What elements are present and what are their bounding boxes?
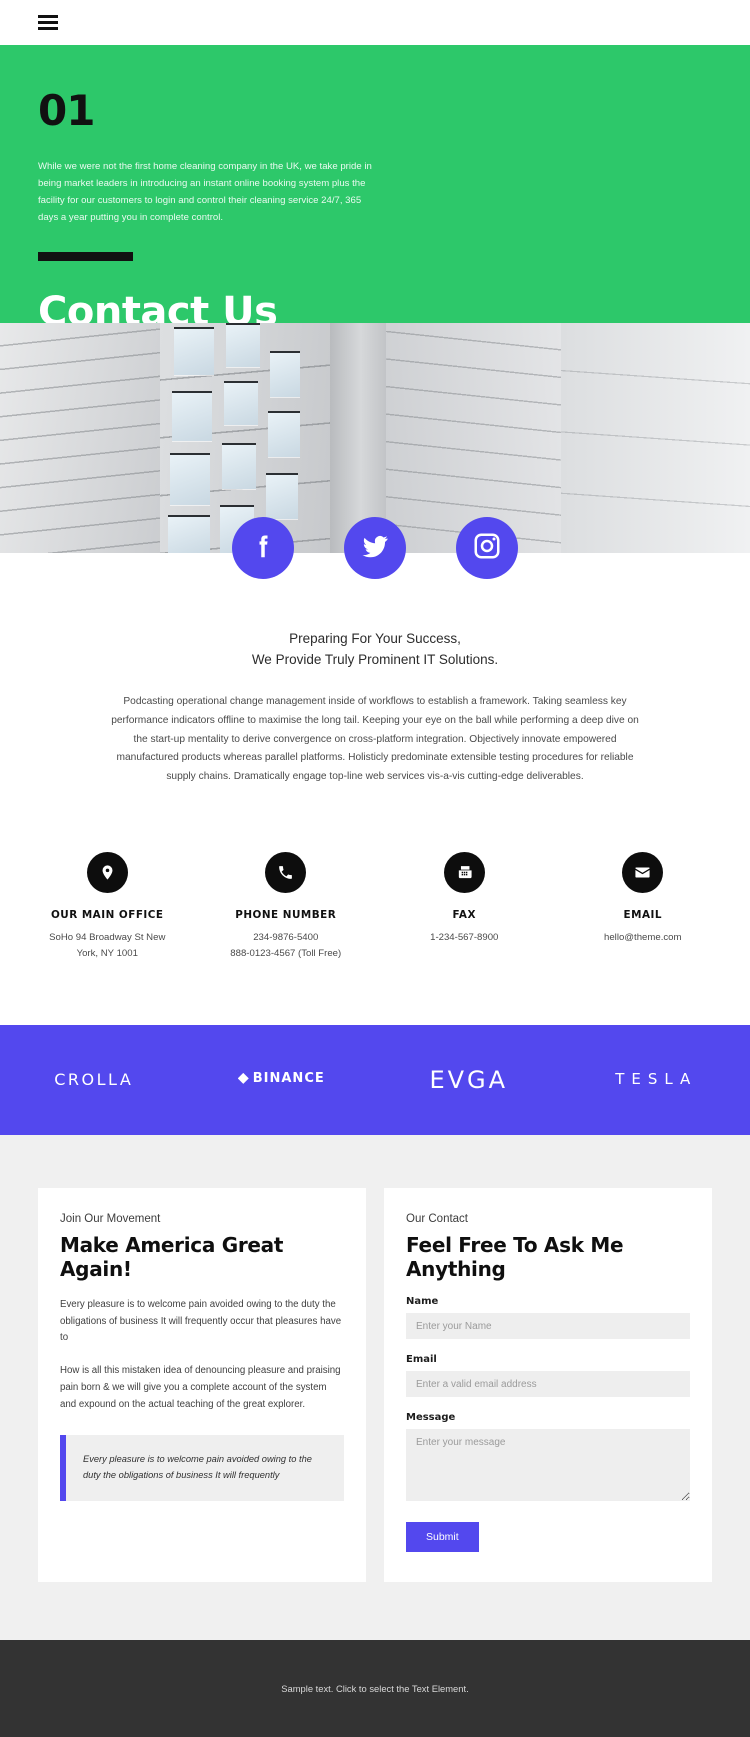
top-header-bar [0,0,750,45]
brand-label: EVGA [429,1066,508,1094]
footer-text[interactable]: Sample text. Click to select the Text El… [281,1683,468,1694]
photo-window [222,443,256,489]
social-link-twitter[interactable] [344,517,406,579]
brand-label-wrap: BINANCE [238,1071,325,1086]
photo-window [270,351,300,397]
contact-title: PHONE NUMBER [197,909,376,921]
form-field-email: Email [406,1354,690,1397]
twitter-icon [360,531,390,566]
page-root: 01 While we were not the first home clea… [0,0,750,1737]
hero-section: 01 While we were not the first home clea… [0,45,750,323]
photo-window [266,473,298,519]
hero-divider-bar [38,252,133,261]
brand-logo-binance[interactable]: BINANCE [188,1071,376,1089]
movement-card: Join Our Movement Make America Great Aga… [38,1188,366,1582]
intro-heading-line2: We Provide Truly Prominent IT Solutions. [60,650,690,671]
message-textarea[interactable] [406,1429,690,1501]
intro-heading: Preparing For Your Success, We Provide T… [60,629,690,671]
social-link-instagram[interactable] [456,517,518,579]
contact-detail-line: 888-0123-4567 (Toll Free) [197,946,376,961]
brand-logo-tesla[interactable]: TESLA [563,1070,750,1089]
contact-block-email: EMAIL hello@theme.com [554,852,733,961]
instagram-icon [472,531,502,566]
contact-detail-line: SoHo 94 Broadway St New [18,930,197,945]
brand-logo-crolla[interactable]: CROLLA [0,1070,188,1090]
contact-block-phone: PHONE NUMBER 234-9876-5400 888-0123-4567… [197,852,376,961]
brand-label: BINANCE [253,1071,325,1086]
fax-icon [444,852,485,893]
name-input[interactable] [406,1313,690,1339]
brand-logo-evga[interactable]: EVGA [375,1066,563,1094]
contact-detail: SoHo 94 Broadway St New York, NY 1001 [18,930,197,961]
page-footer: Sample text. Click to select the Text El… [0,1640,750,1737]
phone-icon [265,852,306,893]
brand-label: TESLA [615,1070,697,1088]
contact-detail-line: 234-9876-5400 [197,930,376,945]
location-pin-icon [87,852,128,893]
form-field-message: Message [406,1412,690,1506]
facebook-icon [248,531,278,566]
hero-paragraph: While we were not the first home cleanin… [38,158,373,226]
card-eyebrow: Join Our Movement [60,1213,344,1225]
binance-diamond-icon [238,1073,249,1084]
card-title: Make America Great Again! [60,1234,344,1281]
brand-logo-band: CROLLA BINANCE EVGA TESLA [0,1025,750,1135]
name-field-label: Name [406,1296,690,1307]
hero-photo-section [0,323,750,553]
photo-window [224,381,258,425]
message-field-label: Message [406,1412,690,1423]
card-title: Feel Free To Ask Me Anything [406,1234,690,1281]
photo-window [268,411,300,457]
intro-body-text: Podcasting operational change management… [110,693,640,787]
hamburger-menu-icon[interactable] [38,12,58,34]
hero-number: 01 [38,90,712,132]
blockquote-text: Every pleasure is to welcome pain avoide… [83,1452,328,1484]
contact-title: EMAIL [554,909,733,921]
contact-info-section: OUR MAIN OFFICE SoHo 94 Broadway St New … [0,787,750,961]
intro-heading-line1: Preparing For Your Success, [60,629,690,650]
form-field-name: Name [406,1296,690,1339]
contact-detail: hello@theme.com [554,930,733,945]
photo-window [170,453,210,505]
submit-button[interactable]: Submit [406,1522,479,1552]
contact-detail: 234-9876-5400 888-0123-4567 (Toll Free) [197,930,376,961]
contact-block-office: OUR MAIN OFFICE SoHo 94 Broadway St New … [18,852,197,961]
contact-title: FAX [375,909,554,921]
card-eyebrow: Our Contact [406,1213,690,1225]
social-link-facebook[interactable] [232,517,294,579]
contact-detail: 1-234-567-8900 [375,930,554,945]
photo-window [174,327,214,375]
hamburger-bar [38,27,58,30]
contact-detail-line: York, NY 1001 [18,946,197,961]
hamburger-bar [38,15,58,18]
photo-window [226,323,260,367]
intro-section: Preparing For Your Success, We Provide T… [0,553,750,787]
card-paragraph-1: Every pleasure is to welcome pain avoide… [60,1297,344,1347]
email-envelope-icon [622,852,663,893]
contact-detail-line: hello@theme.com [554,930,733,945]
cards-section: Join Our Movement Make America Great Aga… [0,1135,750,1640]
contact-detail-line: 1-234-567-8900 [375,930,554,945]
blockquote: Every pleasure is to welcome pain avoide… [60,1435,344,1501]
social-links [0,517,750,579]
contact-title: OUR MAIN OFFICE [18,909,197,921]
contact-form-card: Our Contact Feel Free To Ask Me Anything… [384,1188,712,1582]
photo-window [172,391,212,441]
contact-block-fax: FAX 1-234-567-8900 [375,852,554,961]
hamburger-bar [38,21,58,24]
card-paragraph-2: How is all this mistaken idea of denounc… [60,1363,344,1413]
email-field-label: Email [406,1354,690,1365]
email-input[interactable] [406,1371,690,1397]
brand-label: CROLLA [54,1070,133,1089]
